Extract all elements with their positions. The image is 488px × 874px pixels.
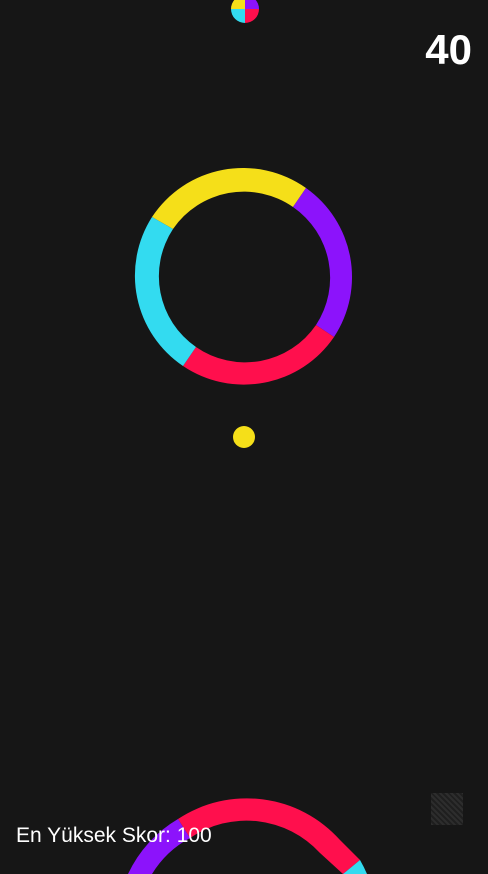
game-screen[interactable]: 40 En Yüksek Skor: 100: [0, 0, 488, 874]
game-canvas: [128, 0, 367, 874]
player-ball-icon: [233, 426, 255, 448]
best-score-label: En Yüksek Skor: 100: [16, 824, 212, 847]
ring-obstacle-icon: [134, 167, 353, 385]
score-counter: 40: [425, 26, 472, 73]
compression-artifact: [431, 793, 463, 825]
color-switcher-icon: [231, 0, 259, 23]
